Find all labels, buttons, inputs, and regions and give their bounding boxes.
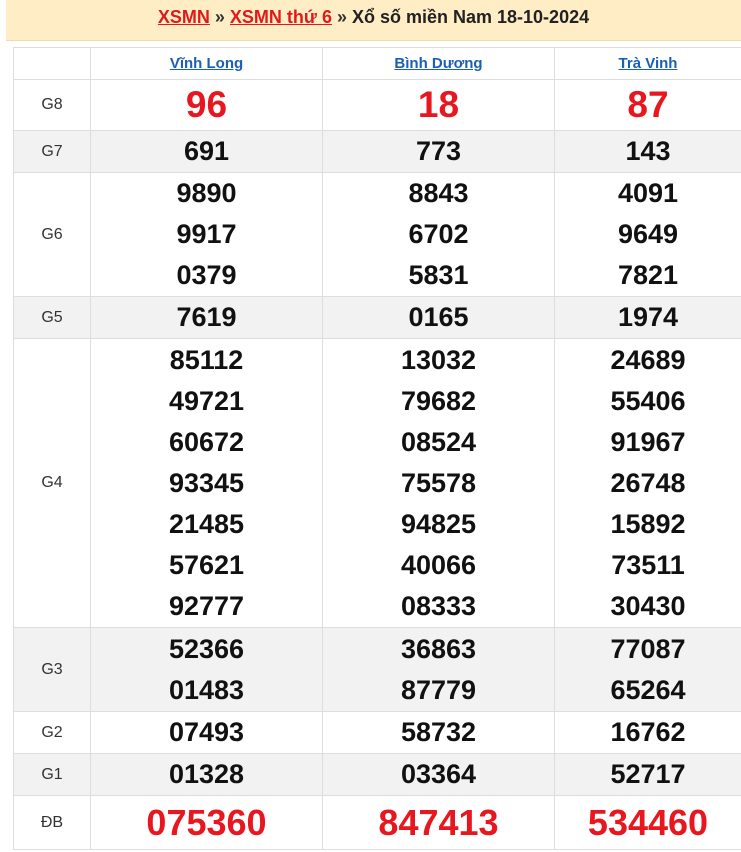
prize-number: 18 xyxy=(322,79,555,131)
prize-number: 0165 xyxy=(322,296,555,339)
province-link-vinh-long[interactable]: Vĩnh Long xyxy=(170,55,243,72)
prize-number: 87779 xyxy=(400,674,477,705)
breadcrumb-link-xsmn[interactable]: XSMN xyxy=(158,7,210,27)
prize-label: G1 xyxy=(13,753,91,796)
prize-number: 03364 xyxy=(322,753,555,796)
table-row: G5 7619 0165 1974 xyxy=(13,296,741,339)
province-header: Vĩnh Long xyxy=(90,47,323,80)
prize-number: 7619 xyxy=(90,296,323,339)
table-row: G7 691 773 143 xyxy=(13,130,741,173)
prize-number: 30430 xyxy=(610,590,686,621)
prize-number: 1974 xyxy=(554,296,741,339)
prize-label: G5 xyxy=(13,296,91,339)
prize-number: 691 xyxy=(90,130,323,173)
prize-number: 96 xyxy=(90,79,323,131)
prize-cell: 24689 55406 91967 26748 15892 73511 3043… xyxy=(554,338,741,628)
prize-cell: 77087 65264 xyxy=(554,627,741,712)
prize-number: 21485 xyxy=(168,508,245,539)
breadcrumb: XSMN» XSMN thứ 6» Xổ số miền Nam 18-10-202… xyxy=(6,0,741,41)
prize-number: 13032 xyxy=(400,344,477,375)
results-table: Vĩnh Long Bình Dương Trà Vinh G8 96 18 8… xyxy=(13,47,741,850)
prize-number: 16762 xyxy=(554,711,741,754)
special-prize-number: 075360 xyxy=(90,795,323,850)
prize-number: 6702 xyxy=(408,219,469,249)
prize-cell: 4091 9649 7821 xyxy=(554,172,741,297)
prize-label: G6 xyxy=(13,172,91,297)
prize-number: 08333 xyxy=(400,590,477,621)
prize-cell: 13032 79682 08524 75578 94825 40066 0833… xyxy=(322,338,555,628)
prize-number: 91967 xyxy=(610,426,686,457)
prize-number: 55406 xyxy=(610,385,686,416)
prize-number: 87 xyxy=(554,79,741,131)
prize-number: 92777 xyxy=(168,590,245,621)
prize-number: 65264 xyxy=(610,674,686,705)
prize-cell: 36863 87779 xyxy=(322,627,555,712)
prize-number: 26748 xyxy=(610,467,686,498)
prize-number: 8843 xyxy=(408,178,469,208)
prize-number: 49721 xyxy=(168,385,245,416)
prize-number: 52366 xyxy=(168,633,245,664)
special-prize-number: 534460 xyxy=(554,795,741,850)
prize-number: 0379 xyxy=(176,260,237,290)
page-title: Xổ số miền Nam 18-10-2024 xyxy=(351,7,590,27)
table-row: ĐB 075360 847413 534460 xyxy=(13,795,741,850)
province-link-tra-vinh[interactable]: Trà Vinh xyxy=(619,55,678,72)
table-row: G1 01328 03364 52717 xyxy=(13,753,741,796)
prize-label: G2 xyxy=(13,711,91,754)
province-header: Bình Dương xyxy=(322,47,555,80)
prize-label: ĐB xyxy=(13,795,91,850)
prize-number: 4091 xyxy=(617,178,679,208)
breadcrumb-link-xsmn-thu-6[interactable]: XSMN thứ 6 xyxy=(230,7,332,27)
prize-number: 58732 xyxy=(322,711,555,754)
table-row: G2 07493 58732 16762 xyxy=(13,711,741,754)
prize-number: 52717 xyxy=(554,753,741,796)
breadcrumb-separator: » xyxy=(336,7,347,27)
prize-number: 9890 xyxy=(176,178,237,208)
special-prize-number: 847413 xyxy=(322,795,555,850)
prize-number: 93345 xyxy=(168,467,245,498)
prize-number: 773 xyxy=(322,130,555,173)
prize-cell: 9890 9917 0379 xyxy=(90,172,323,297)
prize-number: 01483 xyxy=(168,674,245,705)
breadcrumb-separator: » xyxy=(214,7,225,27)
province-header: Trà Vinh xyxy=(554,47,741,80)
prize-number: 07493 xyxy=(90,711,323,754)
table-row: G6 9890 9917 0379 8843 6702 5831 4091 96… xyxy=(13,172,741,297)
prize-number: 7821 xyxy=(617,260,679,290)
prize-number: 75578 xyxy=(400,467,477,498)
prize-number: 15892 xyxy=(610,508,686,539)
prize-label: G3 xyxy=(13,627,91,712)
table-row: G4 85112 49721 60672 93345 21485 57621 9… xyxy=(13,338,741,628)
header-empty-cell xyxy=(13,47,91,80)
prize-number: 9917 xyxy=(176,219,237,249)
prize-number: 24689 xyxy=(610,344,686,375)
prize-number: 08524 xyxy=(400,426,477,457)
prize-number: 94825 xyxy=(400,508,477,539)
prize-label: G4 xyxy=(13,338,91,628)
table-row: G8 96 18 87 xyxy=(13,79,741,131)
prize-number: 57621 xyxy=(168,549,245,580)
prize-number: 01328 xyxy=(90,753,323,796)
table-header-row: Vĩnh Long Bình Dương Trà Vinh xyxy=(13,47,741,80)
prize-label: G8 xyxy=(13,79,91,131)
prize-cell: 85112 49721 60672 93345 21485 57621 9277… xyxy=(90,338,323,628)
prize-cell: 8843 6702 5831 xyxy=(322,172,555,297)
prize-number: 73511 xyxy=(611,549,685,580)
prize-number: 60672 xyxy=(168,426,245,457)
prize-number: 9649 xyxy=(617,219,679,249)
prize-number: 77087 xyxy=(610,633,686,664)
province-link-binh-duong[interactable]: Bình Dương xyxy=(394,55,482,72)
prize-number: 40066 xyxy=(400,549,477,580)
prize-number: 143 xyxy=(554,130,741,173)
results-page: XSMN» XSMN thứ 6» Xổ số miền Nam 18-10-202… xyxy=(0,0,741,852)
prize-cell: 52366 01483 xyxy=(90,627,323,712)
prize-number: 79682 xyxy=(400,385,477,416)
table-row: G3 52366 01483 36863 87779 77087 65264 xyxy=(13,627,741,712)
prize-number: 36863 xyxy=(400,633,477,664)
prize-number: 85112 xyxy=(169,344,244,375)
prize-number: 5831 xyxy=(408,260,469,290)
prize-label: G7 xyxy=(13,130,91,173)
